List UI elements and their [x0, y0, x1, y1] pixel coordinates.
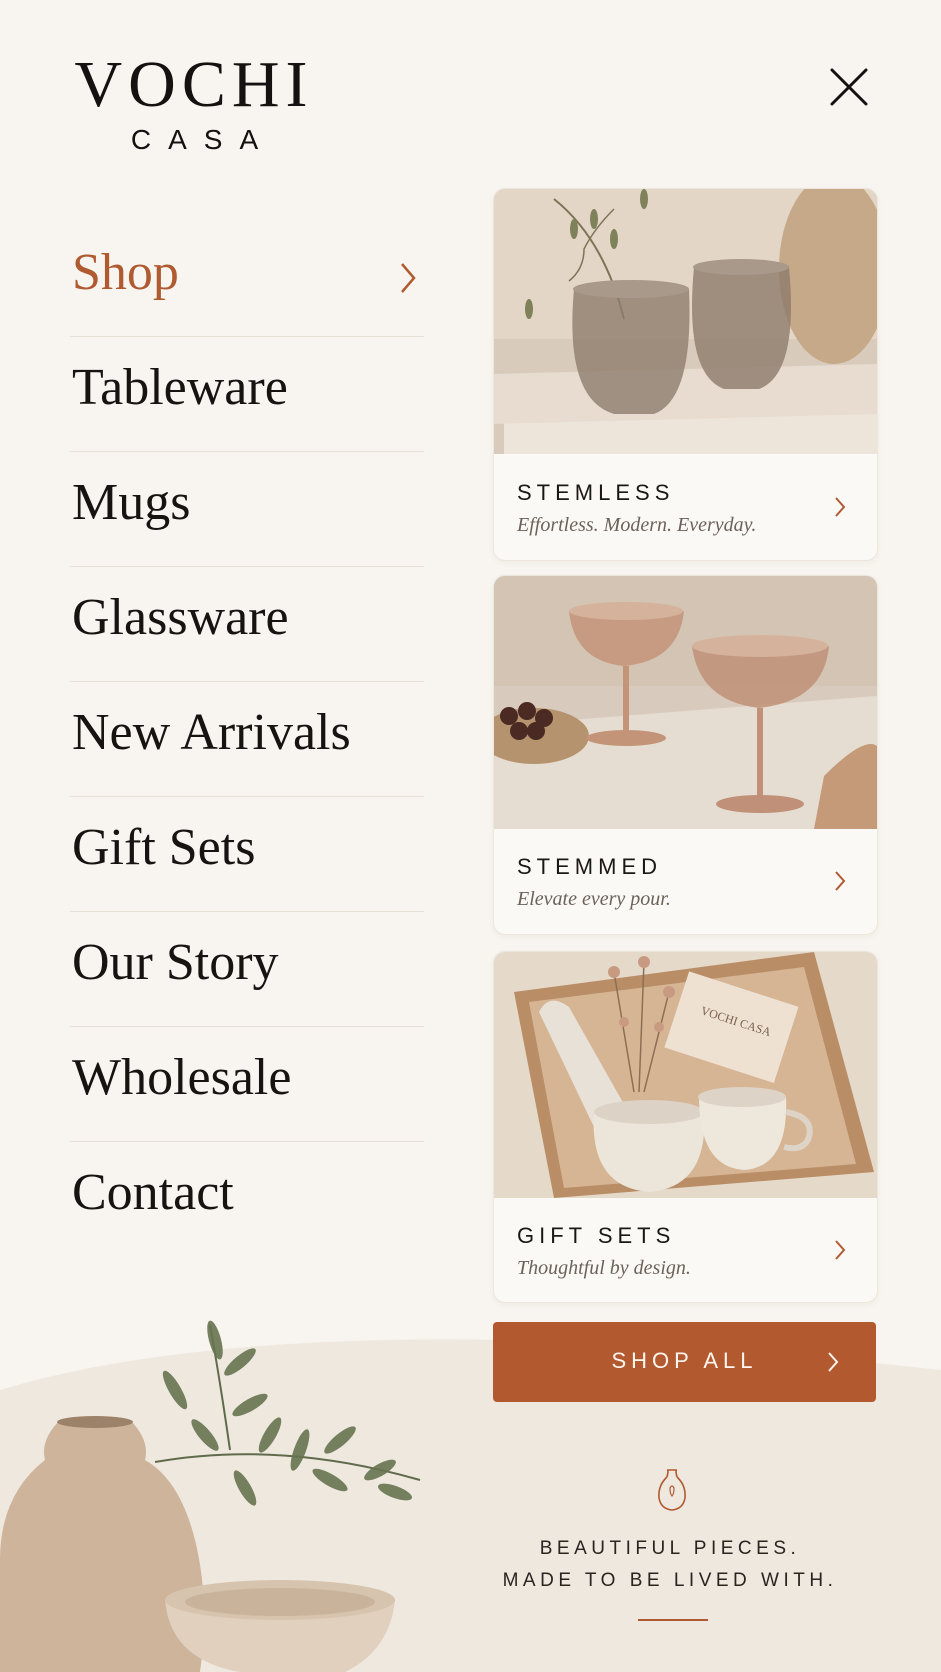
shop-all-label: SHOP ALL: [611, 1348, 758, 1373]
close-icon: [830, 68, 868, 106]
nav-item-label: Contact: [72, 1164, 234, 1221]
stemless-glasses-image: [494, 189, 877, 454]
card-title: STEMMED: [517, 854, 662, 879]
nav-item-label: Mugs: [72, 474, 191, 531]
gift-set-image: VOCHI CASA: [494, 952, 877, 1198]
brand-subname: CASA: [130, 124, 276, 155]
chevron-right-icon: [828, 1352, 839, 1372]
nav-item-label: Shop: [72, 244, 179, 301]
main-nav: Shop Tableware Mugs Glassware New Arriva…: [70, 222, 424, 1257]
nav-item-our-story[interactable]: Our Story: [70, 912, 424, 1027]
footer-tagline-line2: MADE TO BE LIVED WITH.: [502, 1570, 838, 1591]
nav-item-label: Tableware: [72, 359, 288, 416]
nav-item-label: New Arrivals: [72, 704, 351, 761]
nav-item-mugs[interactable]: Mugs: [70, 452, 424, 567]
nav-item-glassware[interactable]: Glassware: [70, 567, 424, 682]
footer-tagline-line1: BEAUTIFUL PIECES.: [539, 1538, 801, 1559]
card-tagline: Effortless. Modern. Everyday.: [517, 514, 757, 536]
nav-item-label: Wholesale: [72, 1049, 292, 1106]
vase-icon: [658, 1469, 686, 1511]
nav-item-label: Glassware: [72, 589, 289, 646]
card-title: GIFT SETS: [517, 1223, 676, 1248]
nav-item-shop[interactable]: Shop: [70, 222, 424, 337]
chevron-right-icon: [401, 263, 416, 293]
footer-divider: [638, 1619, 708, 1621]
nav-item-gift-sets[interactable]: Gift Sets: [70, 797, 424, 912]
chevron-right-icon: [835, 871, 846, 891]
nav-item-label: Our Story: [72, 934, 279, 991]
category-card-stemmed[interactable]: STEMMED Elevate every pour.: [493, 575, 878, 935]
chevron-right-icon: [835, 1240, 846, 1260]
chevron-right-icon: [835, 497, 846, 517]
brand-name: VOCHI: [74, 48, 314, 121]
card-title: STEMLESS: [517, 480, 675, 505]
card-tagline: Thoughtful by design.: [517, 1257, 691, 1279]
card-tagline: Elevate every pour.: [517, 888, 671, 910]
nav-item-contact[interactable]: Contact: [70, 1142, 424, 1257]
nav-item-new-arrivals[interactable]: New Arrivals: [70, 682, 424, 797]
close-button[interactable]: [826, 64, 872, 110]
nav-item-wholesale[interactable]: Wholesale: [70, 1027, 424, 1142]
footer-tagline: BEAUTIFUL PIECES. MADE TO BE LIVED WITH.: [480, 1533, 860, 1597]
category-card-stemless[interactable]: STEMLESS Effortless. Modern. Everyday.: [493, 188, 878, 561]
category-card-gift-sets[interactable]: VOCHI CASA GIFT SETS Thoughtful by desig…: [493, 951, 878, 1303]
nav-item-label: Gift Sets: [72, 819, 256, 876]
nav-item-tableware[interactable]: Tableware: [70, 337, 424, 452]
brand-logo[interactable]: VOCHI CASA: [56, 52, 336, 156]
stemmed-glasses-image: [494, 576, 877, 829]
shop-all-button[interactable]: SHOP ALL: [493, 1322, 876, 1402]
